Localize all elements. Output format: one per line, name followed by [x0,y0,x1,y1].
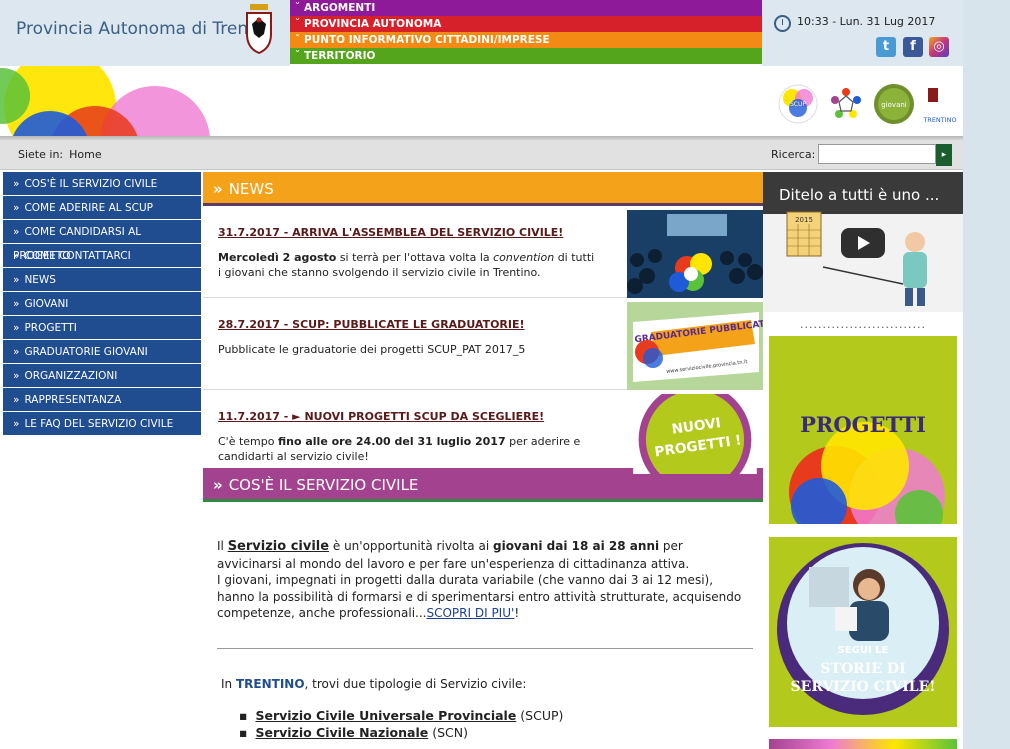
news-summary: C'è tempo fino alle ore 24.00 del 31 lug… [218,435,581,463]
news-summary: Pubblicate le graduatorie dei progetti S… [218,343,526,356]
sidebar-nav: COS'È IL SERVIZIO CIVILE COME ADERIRE AL… [3,172,201,436]
twitter-icon[interactable]: t [876,37,896,57]
news-item: 31.7.2017 - ARRIVA L'ASSEMBLEA DEL SERVI… [203,206,763,298]
coat-of-arms-icon [246,4,272,54]
storie-label-1: SEGUI LE [837,645,889,656]
sidebar-item-come-contattarci[interactable]: COME CONTATTARCI [3,244,201,268]
sidebar-item-cos-e[interactable]: COS'È IL SERVIZIO CIVILE [3,172,201,196]
scup-link[interactable]: Servizio Civile Universale Provinciale [255,708,516,723]
news-title-link[interactable]: 28.7.2017 - SCUP: PUBBLICATE LE GRADUATO… [218,318,525,331]
banner-strip [769,739,957,749]
nuovi-progetti-image[interactable]: NUOVI PROGETTI ! [627,394,763,474]
brand-area[interactable]: Provincia Autonoma di Trento [0,0,290,66]
top-navigation: ARGOMENTI PROVINCIA AUTONOMA PUNTO INFOR… [290,0,762,66]
site-title[interactable]: Provincia Autonoma di Trento [16,19,265,39]
graduatorie-image[interactable]: GRADUATORIE PUBBLICATE www.serviziocivil… [627,302,763,390]
sidebar-item-organizzazioni[interactable]: ORGANIZZAZIONI [3,364,201,388]
sidebar-item-faq[interactable]: LE FAQ DEL SERVIZIO CIVILE [3,412,201,436]
sidebar-item-graduatorie[interactable]: GRADUATORIE GIOVANI [3,340,201,364]
intro-text: Il Servizio civile è un'opportunità rivo… [217,539,742,620]
news-item: 11.7.2017 - ► NUOVI PROGETTI SCUP DA SCE… [203,390,763,474]
svg-text:TRENTINO: TRENTINO [922,116,956,124]
news-heading[interactable]: NEWS [203,172,763,206]
topnav-territorio[interactable]: TERRITORIO [290,48,762,64]
breadcrumb: Siete in: Home [18,148,102,161]
servizio-civile-link[interactable]: Servizio civile [228,539,329,554]
svg-text:giovani: giovani [881,101,907,109]
banner-circles-graphic [0,66,240,136]
header: Provincia Autonoma di Trento ARGOMENTI P… [0,0,963,66]
news-item: 28.7.2017 - SCUP: PUBBLICATE LE GRADUATO… [203,298,763,390]
sidebar-item-come-candidarsi[interactable]: COME CANDIDARSI AL PROGETTO [3,220,201,262]
progetti-banner[interactable]: PROGETTI [769,336,957,524]
search-input[interactable] [818,144,936,164]
facebook-icon[interactable]: f [903,37,923,57]
play-icon[interactable] [841,228,885,258]
video-title[interactable]: Ditelo a tutti è uno ... [779,186,939,204]
breadcrumb-prefix: Siete in: [18,148,64,161]
main-content: NEWS 31.7.2017 - ARRIVA L'ASSEMBLEA DEL … [203,172,763,741]
news-summary: Mercoledì 2 agosto si terrà per l'ottava… [218,251,595,279]
sidebar-item-news[interactable]: NEWS [3,268,201,292]
topnav-provincia-autonoma[interactable]: PROVINCIA AUTONOMA [290,16,762,32]
search-label: Ricerca: [771,148,816,161]
dotted-separator: ............................ [800,318,926,331]
progetti-label: PROGETTI [800,412,926,437]
storie-label-2: STORIE DI [820,661,906,677]
sidebar-item-rappresentanza[interactable]: RAPPRESENTANZA [3,388,201,412]
date-time: 10:33 - Lun. 31 Lug 2017 [797,15,936,28]
servizio-types-list: Servizio Civile Universale Provinciale (… [203,691,763,741]
storie-banner[interactable]: SEGUI LE STORIE DI SERVIZIO CIVILE! [769,537,957,727]
news-title-link[interactable]: 31.7.2017 - ARRIVA L'ASSEMBLEA DEL SERVI… [218,226,563,239]
assembly-photo[interactable] [627,210,763,298]
topnav-punto-informativo[interactable]: PUNTO INFORMATIVO CITTADINI/IMPRESE [290,32,762,48]
list-item: Servizio Civile Universale Provinciale (… [239,707,763,724]
list-item: Servizio Civile Nazionale (SCN) [239,724,763,741]
svg-text:SCUP: SCUP [790,101,806,108]
topnav-argomenti[interactable]: ARGOMENTI [290,0,762,16]
search-button[interactable]: ▸ [936,144,952,166]
sidebar-item-progetti[interactable]: PROGETTI [3,316,201,340]
sidebar-item-come-aderire[interactable]: COME ADERIRE AL SCUP [3,196,201,220]
storie-label-3: SERVIZIO CIVILE! [790,679,936,695]
clock-icon [774,15,791,32]
page: Provincia Autonoma di Trento ARGOMENTI P… [0,0,963,749]
news-title-link[interactable]: 11.7.2017 - ► NUOVI PROGETTI SCUP DA SCE… [218,410,544,423]
video-player[interactable]: 2015 Ditelo a tutti è uno ... [763,172,963,312]
sidebar-item-giovani[interactable]: GIOVANI [3,292,201,316]
breadcrumb-home[interactable]: Home [69,148,101,161]
storie-graphic [769,537,957,727]
instagram-icon[interactable]: ◎ [929,37,949,57]
scn-link[interactable]: Servizio Civile Nazionale [255,725,428,740]
partner-logos[interactable]: SCUP giovani TRENTINO [768,80,963,128]
svg-text:2015: 2015 [795,216,813,224]
banner: SCUP giovani TRENTINO [0,66,963,136]
scopri-di-piu-link[interactable]: SCOPRI DI PIU' [426,606,514,620]
trentino-text: In TRENTINO, trovi due tipologie di Serv… [221,676,527,691]
clock-area: 10:33 - Lun. 31 Lug 2017 t f ◎ [762,0,963,66]
